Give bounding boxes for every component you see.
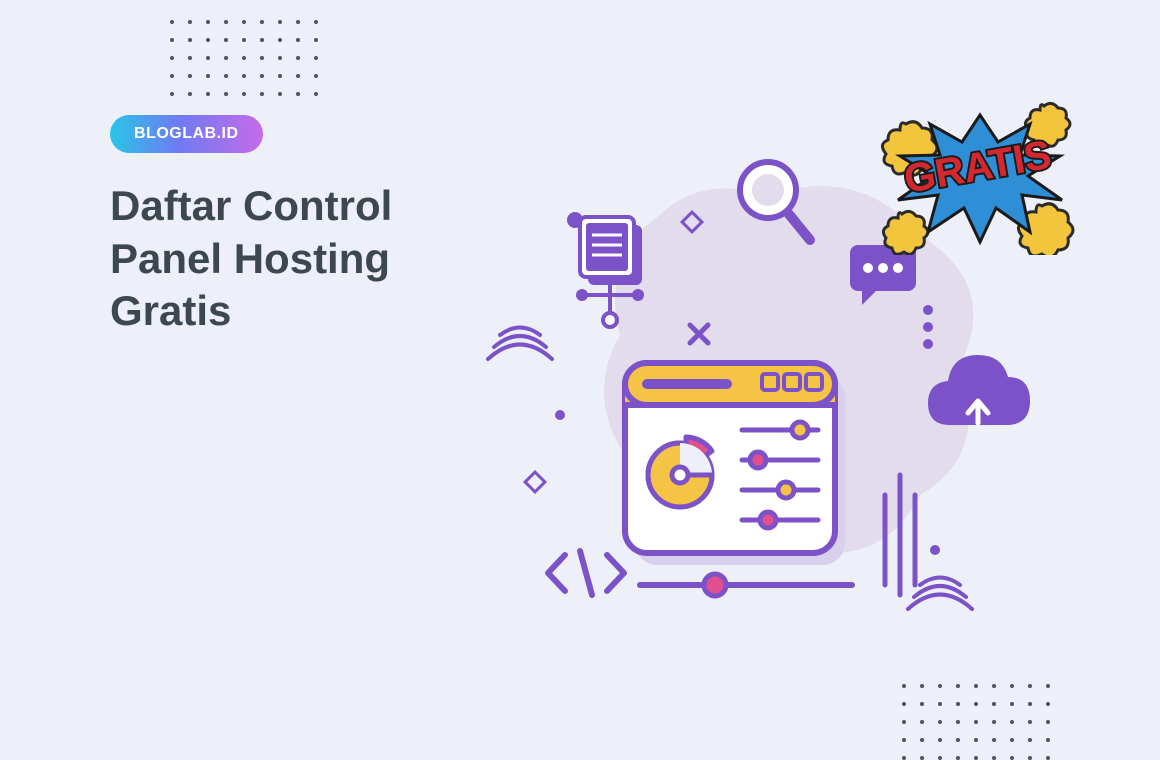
more-dots-icon (923, 305, 933, 349)
control-panel-window-icon (625, 363, 852, 596)
wifi-icon (908, 578, 972, 610)
diamond-icon (525, 472, 545, 492)
dot-grid-bottom-right (902, 684, 1050, 760)
page-title: Daftar Control Panel Hosting Gratis (110, 180, 490, 338)
code-icon (548, 551, 624, 595)
wifi-icon (488, 328, 552, 360)
dot-icon (930, 545, 940, 555)
brand-badge: BLOGLAB.ID (110, 115, 263, 153)
dot-icon (555, 410, 565, 420)
dot-grid-top-left (170, 20, 318, 96)
gratis-sticker: GRATIS GRATIS (880, 100, 1080, 255)
